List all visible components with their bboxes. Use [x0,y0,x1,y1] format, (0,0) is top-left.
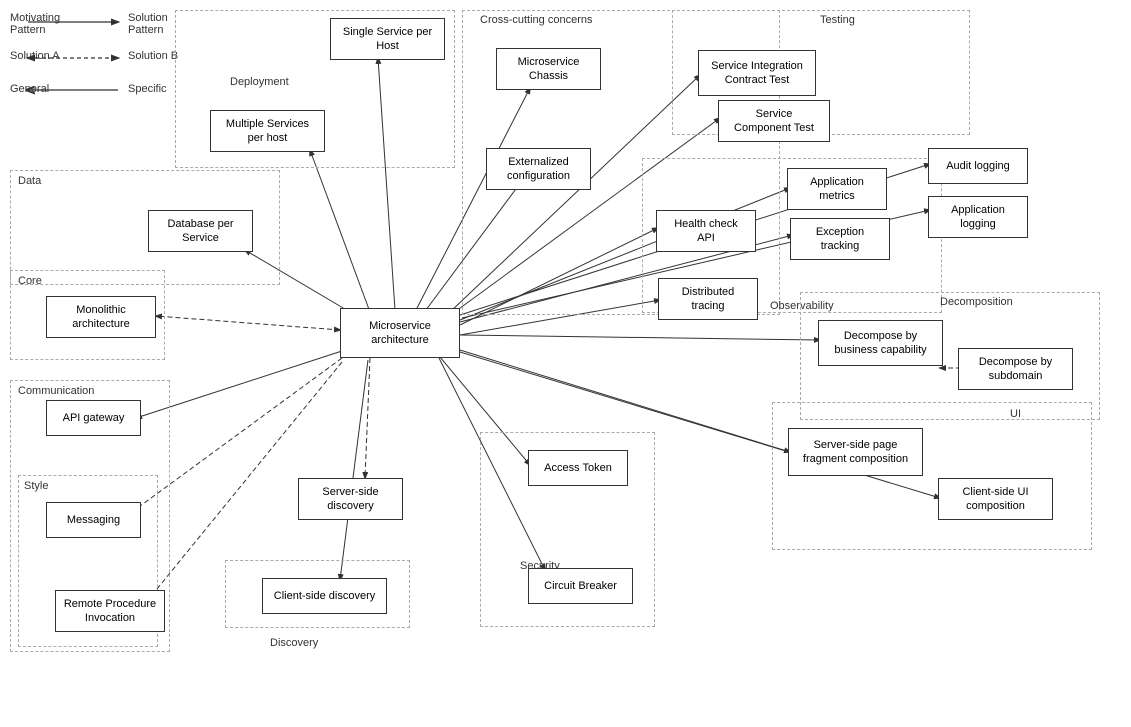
diagram-container: MotivatingPattern SolutionPattern Soluti… [0,0,1131,727]
deployment-label: Deployment [230,76,289,88]
ui-region [772,402,1092,550]
client-side-ui-node[interactable]: Client-side UIcomposition [938,478,1053,520]
decomposition-label: Decomposition [940,296,1013,308]
cross-cutting-label: Cross-cutting concerns [480,14,593,26]
decompose-subdomain-node[interactable]: Decompose bysubdomain [958,348,1073,390]
legend-solution-label: SolutionPattern [128,12,168,36]
legend-general-label: General [10,83,49,95]
monolithic-arch-node[interactable]: Monolithicarchitecture [46,296,156,338]
style-label: Style [24,480,48,492]
testing-label: Testing [820,14,855,26]
multiple-services-host-node[interactable]: Multiple Servicesper host [210,110,325,152]
legend-solution-b-label: Solution B [128,50,178,62]
core-label: Core [18,275,42,287]
server-side-discovery-node[interactable]: Server-sidediscovery [298,478,403,520]
discovery-label: Discovery [270,637,318,649]
access-token-node[interactable]: Access Token [528,450,628,486]
ui-label: UI [1010,408,1021,420]
communication-label: Communication [18,385,94,397]
legend-solution-a-label: Solution A [10,50,60,62]
microservice-chassis-node[interactable]: MicroserviceChassis [496,48,601,90]
service-integration-test-node[interactable]: Service IntegrationContract Test [698,50,816,96]
exception-tracking-node[interactable]: Exceptiontracking [790,218,890,260]
data-label: Data [18,175,41,187]
database-per-service-node[interactable]: Database perService [148,210,253,252]
distributed-tracing-node[interactable]: Distributedtracing [658,278,758,320]
service-component-test-node[interactable]: ServiceComponent Test [718,100,830,142]
single-service-host-node[interactable]: Single Service perHost [330,18,445,60]
messaging-node[interactable]: Messaging [46,502,141,538]
externalized-config-node[interactable]: Externalizedconfiguration [486,148,591,190]
audit-logging-node[interactable]: Audit logging [928,148,1028,184]
server-side-page-node[interactable]: Server-side pagefragment composition [788,428,923,476]
application-logging-node[interactable]: Applicationlogging [928,196,1028,238]
legend-motivating-label: MotivatingPattern [10,12,60,36]
health-check-node[interactable]: Health checkAPI [656,210,756,252]
rpc-node[interactable]: Remote ProcedureInvocation [55,590,165,632]
circuit-breaker-node[interactable]: Circuit Breaker [528,568,633,604]
legend-specific-label: Specific [128,83,167,95]
microservice-arch-node[interactable]: Microservicearchitecture [340,308,460,358]
decompose-business-node[interactable]: Decompose bybusiness capability [818,320,943,366]
application-metrics-node[interactable]: Applicationmetrics [787,168,887,210]
api-gateway-node[interactable]: API gateway [46,400,141,436]
client-side-discovery-node[interactable]: Client-side discovery [262,578,387,614]
